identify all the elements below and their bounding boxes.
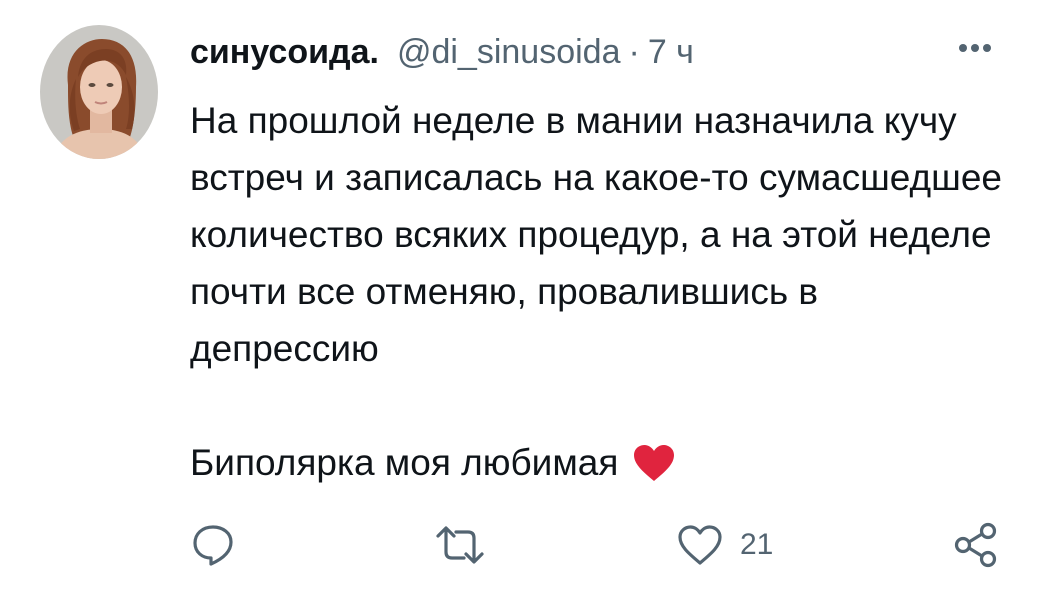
tweet-actions-bar: 21 [0, 515, 1050, 575]
tweet-body: На прошлой неделе в мании назначила кучу… [190, 92, 1010, 491]
tweet-text-line: Биполярка моя любимая [190, 442, 619, 483]
tweet-text-paragraph: На прошлой неделе в мании назначила кучу… [190, 100, 1002, 369]
like-count: 21 [740, 528, 774, 561]
display-name[interactable]: синусоида. [190, 30, 379, 74]
retweet-icon [436, 526, 484, 564]
tweet-header: синусоида. @di_sinusoida · 7 ч [190, 30, 694, 74]
avatar-portrait-icon [40, 25, 158, 159]
like-heart-icon [678, 525, 722, 565]
share-icon [954, 522, 997, 568]
avatar[interactable] [40, 25, 158, 159]
separator-dot: · [628, 33, 640, 71]
more-options-button[interactable] [950, 34, 1000, 62]
like-button[interactable]: 21 [676, 515, 773, 575]
red-heart-icon [634, 444, 675, 481]
retweet-button[interactable] [432, 515, 488, 575]
more-dots-icon [959, 44, 991, 52]
share-button[interactable] [952, 515, 1000, 575]
tweet[interactable]: синусоида. @di_sinusoida · 7 ч На прошло… [0, 0, 1050, 597]
reply-icon [193, 525, 233, 566]
reply-button[interactable] [190, 515, 236, 575]
tweet-text-paragraph-2: Биполярка моя любимая [190, 434, 1010, 491]
user-handle[interactable]: @di_sinusoida [397, 30, 621, 74]
timestamp[interactable]: 7 ч [648, 30, 694, 74]
